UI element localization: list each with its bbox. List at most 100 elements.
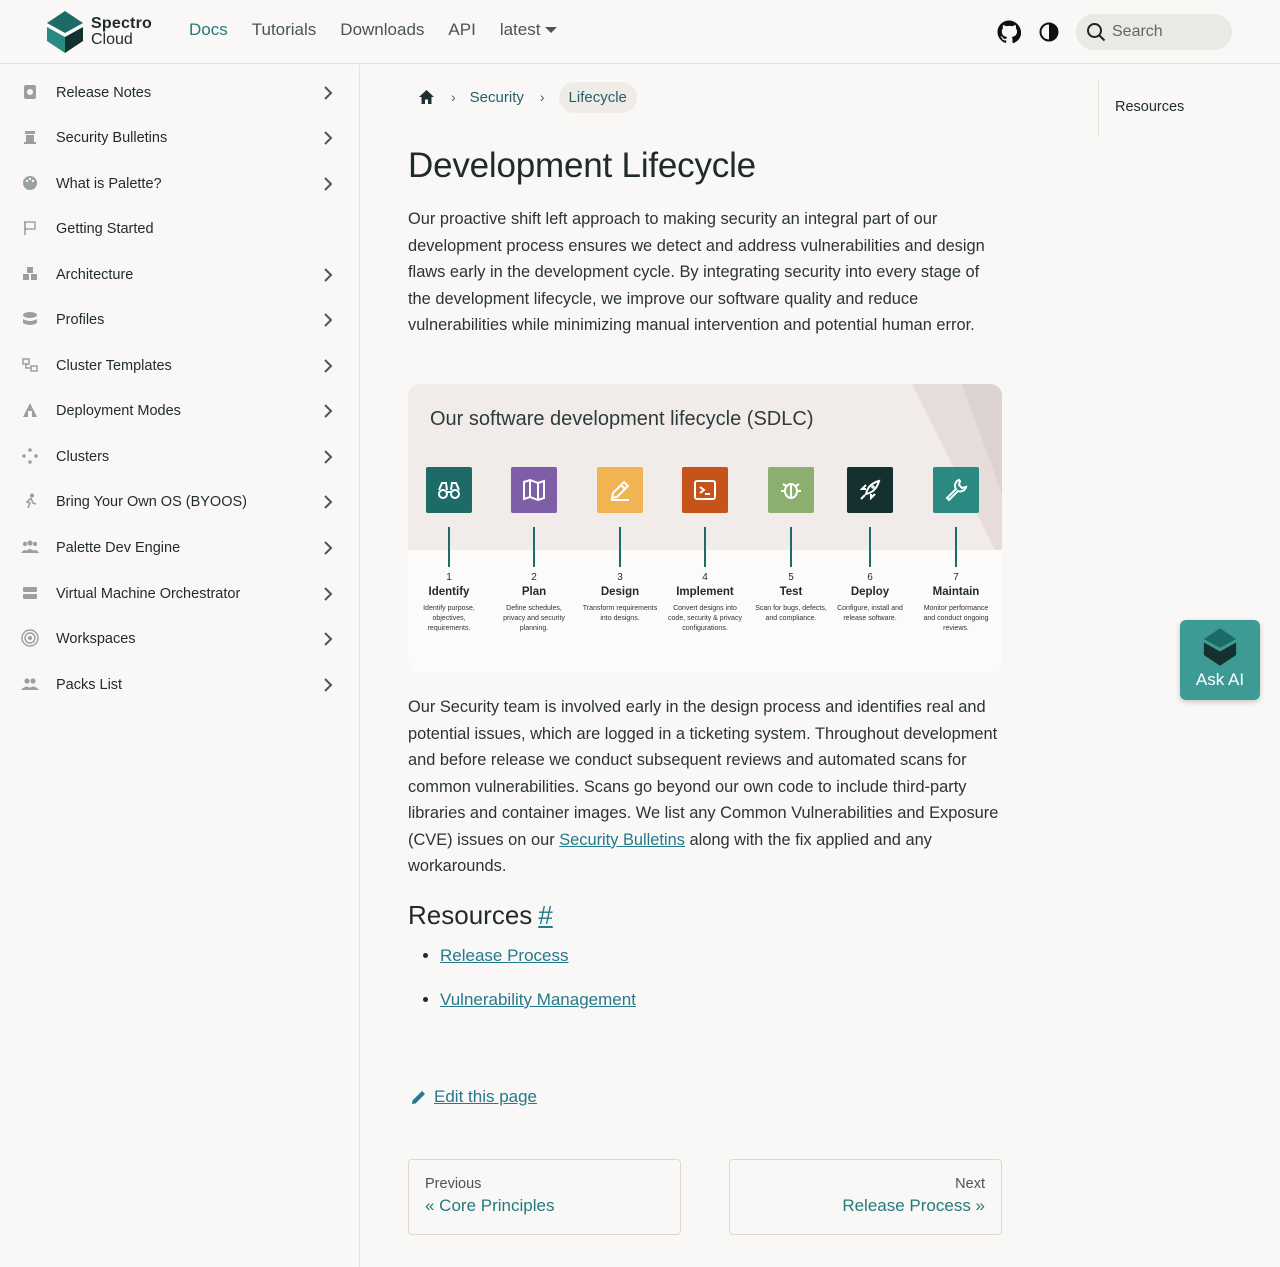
sidebar-item-palette-dev-engine[interactable]: Palette Dev Engine bbox=[0, 526, 359, 570]
sidebar-item-label: Release Notes bbox=[56, 85, 152, 101]
nav-api[interactable]: API bbox=[448, 20, 475, 40]
diagram-title: Our software development lifecycle (SDLC… bbox=[430, 408, 814, 430]
wrench-icon bbox=[933, 467, 979, 513]
stage-connector bbox=[448, 527, 450, 567]
sidebar-item-label: Security Bulletins bbox=[56, 130, 168, 146]
sidebar-item-deployment-modes[interactable]: Deployment Modes bbox=[0, 389, 359, 433]
workspaces-icon bbox=[21, 629, 39, 647]
vulnerability-management-link[interactable]: Vulnerability Management bbox=[440, 990, 636, 1009]
stage-connector bbox=[869, 527, 871, 567]
toc-item-resources[interactable]: Resources bbox=[1115, 99, 1184, 115]
spectro-cloud-logo-icon bbox=[47, 11, 83, 53]
sidebar-item-packs-list[interactable]: Packs List bbox=[0, 663, 359, 707]
security-paragraph: Our Security team is involved early in t… bbox=[408, 694, 1003, 880]
version-dropdown[interactable]: latest bbox=[500, 20, 558, 40]
breadcrumb-separator-icon: › bbox=[539, 89, 545, 105]
sidebar-item-label: Deployment Modes bbox=[56, 403, 181, 419]
list-item: Release Process bbox=[440, 946, 636, 966]
terminal-icon bbox=[682, 467, 728, 513]
nav-docs[interactable]: Docs bbox=[189, 20, 228, 40]
sidebar-item-label: Palette Dev Engine bbox=[56, 540, 181, 556]
stage-number: 5 bbox=[788, 572, 794, 583]
spectro-cloud-logo-icon bbox=[1203, 628, 1237, 666]
sidebar-item-label: Profiles bbox=[56, 312, 105, 328]
security-bulletins-link[interactable]: Security Bulletins bbox=[559, 831, 685, 849]
sidebar-item-workspaces[interactable]: Workspaces bbox=[0, 617, 359, 661]
sidebar-item-clusters[interactable]: Clusters bbox=[0, 435, 359, 479]
sidebar-item-architecture[interactable]: Architecture bbox=[0, 253, 359, 297]
stage-name: Plan bbox=[521, 586, 547, 598]
chevron-right-icon bbox=[324, 131, 333, 145]
stage-connector bbox=[704, 527, 706, 567]
sidebar-item-byoos[interactable]: Bring Your Own OS (BYOOS) bbox=[0, 480, 359, 524]
cubes-icon bbox=[21, 265, 39, 283]
intro-paragraph: Our proactive shift left approach to mak… bbox=[408, 210, 985, 334]
stage-connector bbox=[790, 527, 792, 567]
chevron-right-icon bbox=[324, 450, 333, 464]
flag-icon bbox=[21, 219, 39, 237]
sidebar-item-getting-started[interactable]: Getting Started bbox=[0, 207, 359, 251]
release-notes-icon bbox=[21, 83, 39, 101]
chevron-right-icon bbox=[324, 632, 333, 646]
stage-implement: 4 Implement Convert designs into code, s… bbox=[665, 467, 745, 634]
stage-description: Transform requirements into designs. bbox=[582, 605, 658, 622]
heading-anchor-link[interactable]: # bbox=[538, 900, 552, 930]
resources-heading-text: Resources bbox=[408, 900, 533, 930]
chevron-right-icon bbox=[324, 359, 333, 373]
chevron-right-icon bbox=[324, 404, 333, 418]
home-icon[interactable] bbox=[418, 89, 435, 105]
stage-connector bbox=[533, 527, 535, 567]
top-navbar: Spectro Cloud Docs Tutorials Downloads A… bbox=[0, 0, 1280, 64]
ask-ai-button[interactable]: Ask AI bbox=[1180, 620, 1260, 700]
sidebar-item-cluster-templates[interactable]: Cluster Templates bbox=[0, 344, 359, 388]
stage-description: Define schedules, privacy and security p… bbox=[503, 605, 565, 632]
map-icon bbox=[511, 467, 557, 513]
breadcrumb-security[interactable]: Security bbox=[470, 89, 524, 106]
theme-toggle-icon[interactable] bbox=[1036, 19, 1062, 45]
pager-title: Release Process » bbox=[842, 1196, 985, 1215]
chevron-right-icon bbox=[324, 678, 333, 692]
sidebar-item-label: Workspaces bbox=[56, 631, 136, 647]
github-icon[interactable] bbox=[996, 19, 1022, 45]
nav-downloads[interactable]: Downloads bbox=[340, 20, 424, 40]
search-button[interactable]: Search bbox=[1076, 14, 1232, 50]
search-placeholder: Search bbox=[1112, 23, 1163, 40]
pager-sub-label: Previous bbox=[425, 1176, 482, 1192]
pager-title: « Core Principles bbox=[425, 1196, 555, 1215]
sidebar-item-what-is-palette[interactable]: What is Palette? bbox=[0, 162, 359, 206]
spectro-cloud-logo[interactable]: Spectro Cloud bbox=[46, 11, 152, 53]
table-of-contents: Resources bbox=[1098, 80, 1184, 136]
chevron-right-icon bbox=[324, 86, 333, 100]
next-page-button[interactable]: Next Release Process » bbox=[729, 1159, 1002, 1235]
nav-tutorials[interactable]: Tutorials bbox=[252, 20, 317, 40]
rocket-icon bbox=[847, 467, 893, 513]
security-bulletins-icon bbox=[21, 128, 39, 146]
edit-page-link[interactable]: Edit this page bbox=[410, 1087, 537, 1107]
caret-down-icon bbox=[545, 27, 558, 33]
logo-line2: Cloud bbox=[91, 31, 133, 48]
resources-list: Release Process Vulnerability Management bbox=[440, 946, 636, 1034]
resources-heading: Resources # bbox=[408, 900, 553, 931]
stage-design: 3 Design Transform requirements into des… bbox=[580, 467, 660, 624]
previous-page-button[interactable]: Previous « Core Principles bbox=[408, 1159, 681, 1235]
stage-name: Identify bbox=[428, 586, 470, 598]
pencil-icon bbox=[597, 467, 643, 513]
sidebar-item-profiles[interactable]: Profiles bbox=[0, 298, 359, 342]
docs-sidebar: Release Notes Security Bulletins What is… bbox=[0, 65, 360, 1267]
stage-name: Design bbox=[600, 586, 640, 598]
stage-number: 7 bbox=[953, 572, 959, 583]
stage-name: Implement bbox=[676, 586, 734, 598]
chevron-right-icon bbox=[324, 313, 333, 327]
security-paragraph-text: Our Security team is involved early in t… bbox=[408, 698, 999, 849]
doc-pagination: Previous « Core Principles Next Release … bbox=[408, 1159, 1003, 1235]
stage-name: Maintain bbox=[932, 586, 980, 598]
stage-description: Monitor performance and conduct ongoing … bbox=[923, 605, 989, 632]
chevron-right-icon bbox=[324, 268, 333, 282]
edit-page-label: Edit this page bbox=[434, 1087, 538, 1106]
sidebar-item-label: Packs List bbox=[56, 677, 123, 693]
sidebar-item-security-bulletins[interactable]: Security Bulletins bbox=[0, 116, 359, 160]
chevron-right-icon bbox=[324, 587, 333, 601]
release-process-link[interactable]: Release Process bbox=[440, 946, 569, 965]
sidebar-item-virtual-machine-orchestrator[interactable]: Virtual Machine Orchestrator bbox=[0, 572, 359, 616]
sidebar-item-release-notes[interactable]: Release Notes bbox=[0, 71, 359, 115]
